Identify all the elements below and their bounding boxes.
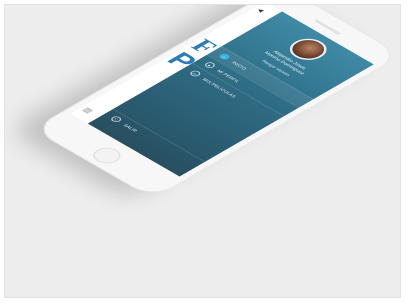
film-icon: ▭	[188, 69, 203, 78]
bottom-nav-icon[interactable]: ▥	[81, 106, 95, 114]
user-icon: ●	[203, 61, 217, 70]
phone-body: ◂ F P ▥ Alejandro Jesús Moreno Domínguez…	[31, 5, 400, 199]
screenshot-frame: ◂ F P ▥ Alejandro Jesús Moreno Domínguez…	[4, 4, 401, 298]
home-icon: ⌂	[217, 52, 232, 61]
logout-label: SALIR	[122, 122, 140, 133]
logout-icon: ⎋	[109, 115, 124, 124]
phone-mockup: ◂ F P ▥ Alejandro Jesús Moreno Domínguez…	[31, 5, 400, 199]
home-button[interactable]	[87, 144, 126, 167]
back-arrow-icon[interactable]: ◂	[254, 6, 267, 14]
